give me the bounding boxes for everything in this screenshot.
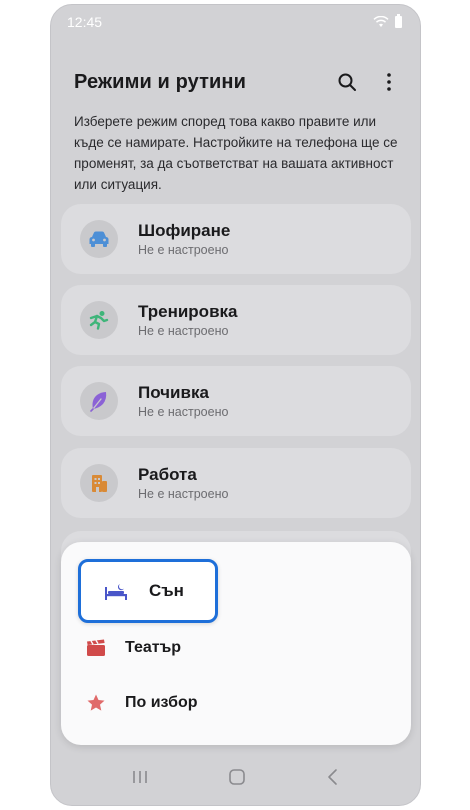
header-actions (336, 71, 400, 93)
status-icons (373, 14, 402, 28)
leaf-icon (90, 392, 107, 412)
building-icon (92, 475, 107, 492)
wifi-icon (373, 16, 389, 27)
bed-icon (105, 584, 127, 600)
running-icon (89, 311, 109, 330)
navigation-bar (51, 757, 420, 797)
clapperboard-icon (87, 639, 105, 656)
page-title: Режими и рутини (74, 70, 246, 93)
mode-title: Работа (138, 464, 197, 484)
mode-title: Тренировка (138, 301, 238, 321)
mode-card-driving[interactable]: Шофиране Не е настроено (61, 204, 411, 274)
mode-icon-container (80, 301, 118, 339)
mode-status: Не е настроено (138, 404, 229, 419)
mode-icon-container (80, 220, 118, 258)
home-button[interactable] (228, 768, 246, 786)
status-bar: 12:45 (51, 5, 420, 39)
battery-icon (395, 14, 402, 28)
mode-card-relax[interactable]: Почивка Не е настроено (61, 366, 411, 436)
mode-card-work[interactable]: Работа Не е настроено (61, 448, 411, 518)
phone-screen: 12:45 Режими и рутини Изберете режим спо… (50, 4, 421, 806)
status-time: 12:45 (67, 14, 103, 30)
star-icon (87, 694, 105, 711)
search-button[interactable] (336, 71, 358, 93)
mode-icon-container (80, 464, 118, 502)
recent-apps-button[interactable] (131, 769, 149, 785)
mode-card-exercise[interactable]: Тренировка Не е настроено (61, 285, 411, 355)
more-vertical-icon (387, 73, 391, 91)
mode-status: Не е настроено (138, 242, 229, 257)
popup-item-label: Театър (125, 639, 182, 656)
more-options-button[interactable] (378, 71, 400, 93)
popup-item-label: По избор (125, 694, 198, 711)
mode-options-popup: Сън Театър По избор (61, 542, 411, 745)
search-icon (338, 73, 356, 91)
car-icon (89, 231, 109, 247)
header: Режими и рутини (74, 67, 400, 97)
popup-item-theater[interactable]: Театър (61, 626, 411, 670)
mode-status: Не е настроено (138, 323, 229, 338)
mode-status: Не е настроено (138, 486, 229, 501)
back-button[interactable] (326, 768, 340, 786)
modes-description: Изберете режим според това какво правите… (74, 114, 398, 192)
popup-item-sleep[interactable]: Сън (78, 559, 218, 623)
mode-title: Почивка (138, 382, 209, 402)
popup-item-label: Сън (149, 581, 184, 600)
popup-item-custom[interactable]: По избор (61, 681, 411, 725)
mode-icon-container (80, 382, 118, 420)
mode-title: Шофиране (138, 220, 231, 240)
